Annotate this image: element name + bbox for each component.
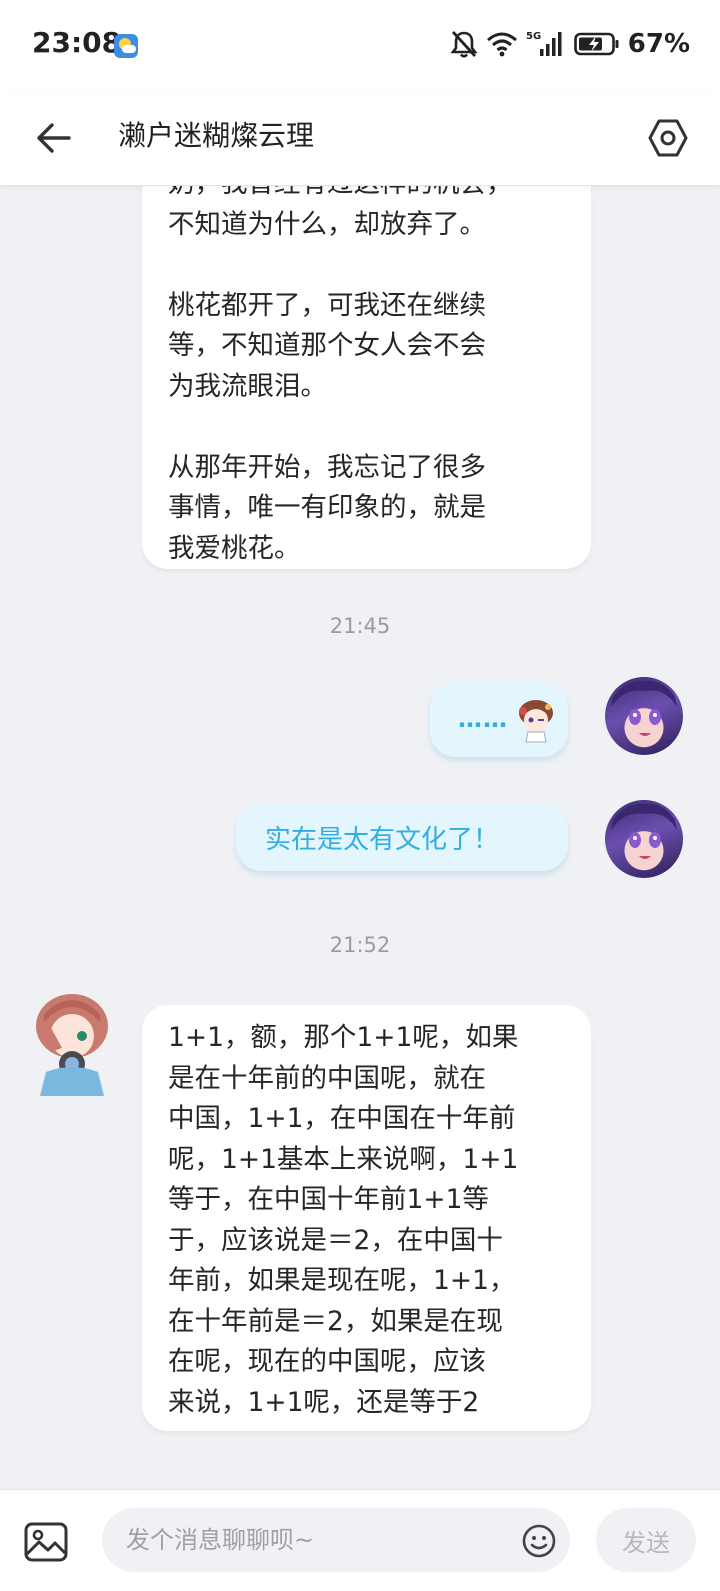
user-avatar[interactable]: [605, 800, 683, 878]
weather-icon: [114, 34, 138, 58]
status-time: 23:08: [32, 26, 122, 59]
received-message-text: 1+1，额，那个1+1呢，如果 是在十年前的中国呢，就在 中国，1+1，在中国在…: [168, 1022, 519, 1418]
user-avatar[interactable]: [605, 677, 683, 755]
received-message-text: 奶，我曾经有过这样的机会， 不知道为什么，却放弃了。 桃花都开了，可我还在继续 …: [168, 186, 513, 564]
battery-icon: [573, 32, 619, 56]
contact-avatar-icon: [36, 994, 108, 1096]
battery-percent: 67%: [627, 29, 690, 59]
back-arrow-icon: [37, 123, 71, 153]
signal-icon: 5G: [526, 31, 562, 56]
image-icon[interactable]: [24, 1522, 68, 1562]
input-bar: 发送: [0, 1489, 720, 1591]
send-button[interactable]: 发送: [596, 1508, 696, 1572]
received-message-bubble[interactable]: 1+1，额，那个1+1呢，如果 是在十年前的中国呢，就在 中国，1+1，在中国在…: [142, 1005, 591, 1431]
settings-icon: [648, 119, 688, 157]
avatar-face-icon: [611, 803, 677, 859]
status-bar: 23:08 5G 67%: [0, 0, 720, 92]
wifi-icon: [486, 32, 517, 57]
avatar-face-icon: [611, 680, 677, 736]
settings-button[interactable]: [640, 110, 696, 166]
sticker-emoji-icon: [519, 700, 553, 743]
status-icons: 5G 67%: [450, 26, 690, 62]
network-label: 5G: [526, 31, 541, 42]
sent-message-text: 实在是太有文化了！: [265, 824, 500, 855]
timestamp: 21:52: [329, 933, 391, 957]
contact-avatar[interactable]: [30, 992, 114, 1096]
chat-area[interactable]: 奶，我曾经有过这样的机会， 不知道为什么，却放弃了。 桃花都开了，可我还在继续 …: [0, 186, 720, 1489]
mute-icon: [450, 31, 478, 58]
sent-message-bubble[interactable]: ……: [430, 681, 568, 757]
sent-message-text: ……: [458, 705, 508, 733]
chat-title: 濑户迷糊燦云理: [118, 119, 315, 152]
emoji-icon[interactable]: [522, 1524, 556, 1558]
sent-message-bubble[interactable]: 实在是太有文化了！: [236, 803, 568, 871]
timestamp: 21:45: [329, 614, 391, 638]
message-input[interactable]: [102, 1508, 570, 1572]
back-button[interactable]: [28, 112, 80, 164]
received-message-bubble[interactable]: 奶，我曾经有过这样的机会， 不知道为什么，却放弃了。 桃花都开了，可我还在继续 …: [142, 186, 591, 569]
chat-header: 濑户迷糊燦云理: [0, 92, 720, 186]
